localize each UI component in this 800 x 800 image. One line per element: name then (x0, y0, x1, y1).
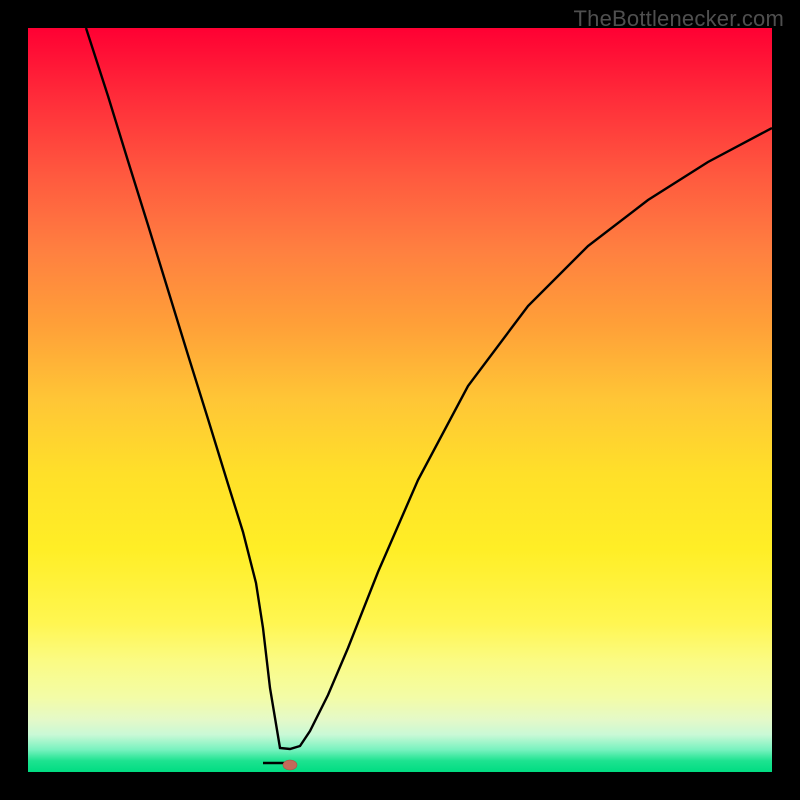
chart-plot-area (28, 28, 772, 772)
marker-dot (283, 760, 297, 770)
chart-svg (28, 28, 772, 772)
watermark: TheBottlenecker.com (574, 6, 784, 32)
curve-line (86, 28, 772, 749)
